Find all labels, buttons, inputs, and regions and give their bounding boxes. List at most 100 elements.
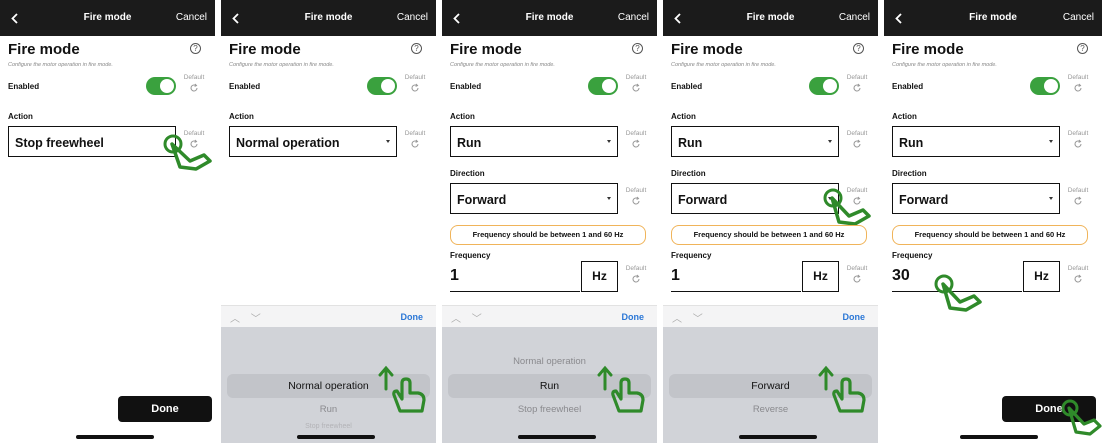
default-reset-direction[interactable]: Default [624, 187, 648, 206]
action-value: Run [678, 136, 703, 150]
frequency-unit: Hz [802, 261, 839, 292]
enabled-toggle[interactable] [146, 77, 176, 95]
page-title: Fire mode [8, 41, 80, 58]
enabled-toggle[interactable] [367, 77, 397, 95]
action-select[interactable]: Stop freewheel [8, 126, 176, 157]
enabled-label: Enabled [671, 82, 703, 91]
enabled-toggle[interactable] [1030, 77, 1060, 95]
enabled-toggle[interactable] [588, 77, 618, 95]
default-reset-direction[interactable]: Default [1066, 187, 1090, 206]
frequency-warning: Frequency should be between 1 and 60 Hz [671, 225, 867, 245]
direction-select[interactable]: Forward [892, 183, 1060, 214]
swipe-up-gesture-icon [818, 365, 866, 413]
page-title: Fire mode [450, 41, 522, 58]
frequency-warning: Frequency should be between 1 and 60 Hz [892, 225, 1088, 245]
nav-bar: Fire mode Cancel [221, 0, 436, 36]
page-subtitle: Configure the motor operation in fire mo… [892, 62, 997, 68]
reset-icon [853, 83, 861, 92]
prev-next-arrows[interactable]: ︿ ﹀ [451, 310, 486, 325]
default-reset-enabled[interactable]: Default [624, 74, 648, 93]
help-circle-icon[interactable]: ? [190, 43, 201, 54]
reset-icon [853, 274, 861, 283]
reset-icon [411, 139, 419, 148]
reset-icon [1074, 274, 1082, 283]
cancel-button[interactable]: Cancel [618, 12, 649, 23]
page-subtitle: Configure the motor operation in fire mo… [8, 62, 113, 68]
action-label: Action [450, 112, 475, 121]
cancel-button[interactable]: Cancel [839, 12, 870, 23]
frequency-input[interactable]: 1 [450, 261, 580, 292]
direction-value: Forward [457, 193, 507, 207]
screen-4: Fire mode Cancel Fire mode ? Configure t… [663, 0, 878, 443]
help-circle-icon[interactable]: ? [632, 43, 643, 54]
toggle-knob [602, 79, 616, 93]
default-reset-enabled[interactable]: Default [1066, 74, 1090, 93]
picker-toolbar: ︿ ﹀ Done [663, 305, 878, 327]
default-reset-frequency[interactable]: Default [1066, 265, 1090, 284]
toggle-knob [823, 79, 837, 93]
page-title: Fire mode [892, 41, 964, 58]
frequency-unit: Hz [1023, 261, 1060, 292]
default-reset-frequency[interactable]: Default [845, 265, 869, 284]
nav-bar: Fire mode Cancel [0, 0, 215, 36]
action-select[interactable]: Run [892, 126, 1060, 157]
tap-gesture-icon [934, 274, 982, 312]
action-value: Stop freewheel [15, 136, 104, 150]
picker-toolbar: ︿ ﹀ Done [221, 305, 436, 327]
default-label: Default [404, 74, 426, 81]
enabled-toggle[interactable] [809, 77, 839, 95]
help-circle-icon[interactable]: ? [1077, 43, 1088, 54]
cancel-button[interactable]: Cancel [397, 12, 428, 23]
default-label: Default [1067, 130, 1089, 137]
default-reset-enabled[interactable]: Default [403, 74, 427, 93]
picker-done-button[interactable]: Done [843, 312, 866, 322]
default-label: Default [1067, 265, 1089, 272]
chevron-down-icon [607, 140, 611, 143]
direction-label: Direction [671, 169, 706, 178]
page-subtitle: Configure the motor operation in fire mo… [229, 62, 334, 68]
swipe-up-gesture-icon [378, 365, 426, 413]
direction-select[interactable]: Forward [450, 183, 618, 214]
default-reset-action[interactable]: Default [403, 130, 427, 149]
home-indicator [739, 435, 817, 439]
picker-done-button[interactable]: Done [622, 312, 645, 322]
picker-toolbar: ︿ ﹀ Done [442, 305, 657, 327]
default-reset-enabled[interactable]: Default [182, 74, 206, 93]
help-circle-icon[interactable]: ? [411, 43, 422, 54]
default-label: Default [625, 265, 647, 272]
done-button[interactable]: Done [118, 396, 212, 422]
frequency-value: 1 [450, 267, 459, 284]
picker-done-button[interactable]: Done [401, 312, 424, 322]
home-indicator [960, 435, 1038, 439]
cancel-button[interactable]: Cancel [176, 12, 207, 23]
prev-next-arrows[interactable]: ︿ ﹀ [230, 310, 265, 325]
reset-icon [853, 139, 861, 148]
action-select[interactable]: Normal operation [229, 126, 397, 157]
direction-label: Direction [450, 169, 485, 178]
default-label: Default [1067, 187, 1089, 194]
action-select[interactable]: Run [450, 126, 618, 157]
screen-1: Fire mode Cancel Fire mode ? Configure t… [0, 0, 215, 443]
default-label: Default [1067, 74, 1089, 81]
default-reset-action[interactable]: Default [1066, 130, 1090, 149]
reset-icon [632, 196, 640, 205]
default-reset-action[interactable]: Default [624, 130, 648, 149]
reset-icon [632, 139, 640, 148]
frequency-input[interactable]: 1 [671, 261, 801, 292]
action-value: Run [457, 136, 482, 150]
action-select[interactable]: Run [671, 126, 839, 157]
default-label: Default [183, 74, 205, 81]
prev-next-arrows[interactable]: ︿ ﹀ [672, 310, 707, 325]
default-reset-frequency[interactable]: Default [624, 265, 648, 284]
default-reset-enabled[interactable]: Default [845, 74, 869, 93]
help-circle-icon[interactable]: ? [853, 43, 864, 54]
tap-gesture-icon [163, 134, 212, 171]
action-label: Action [8, 112, 33, 121]
cancel-button[interactable]: Cancel [1063, 12, 1094, 23]
default-reset-action[interactable]: Default [845, 130, 869, 149]
frequency-unit: Hz [581, 261, 618, 292]
reset-icon [632, 274, 640, 283]
default-label: Default [625, 74, 647, 81]
direction-select[interactable]: Forward [671, 183, 839, 214]
picker-option[interactable]: Stop freewheel [221, 423, 436, 430]
